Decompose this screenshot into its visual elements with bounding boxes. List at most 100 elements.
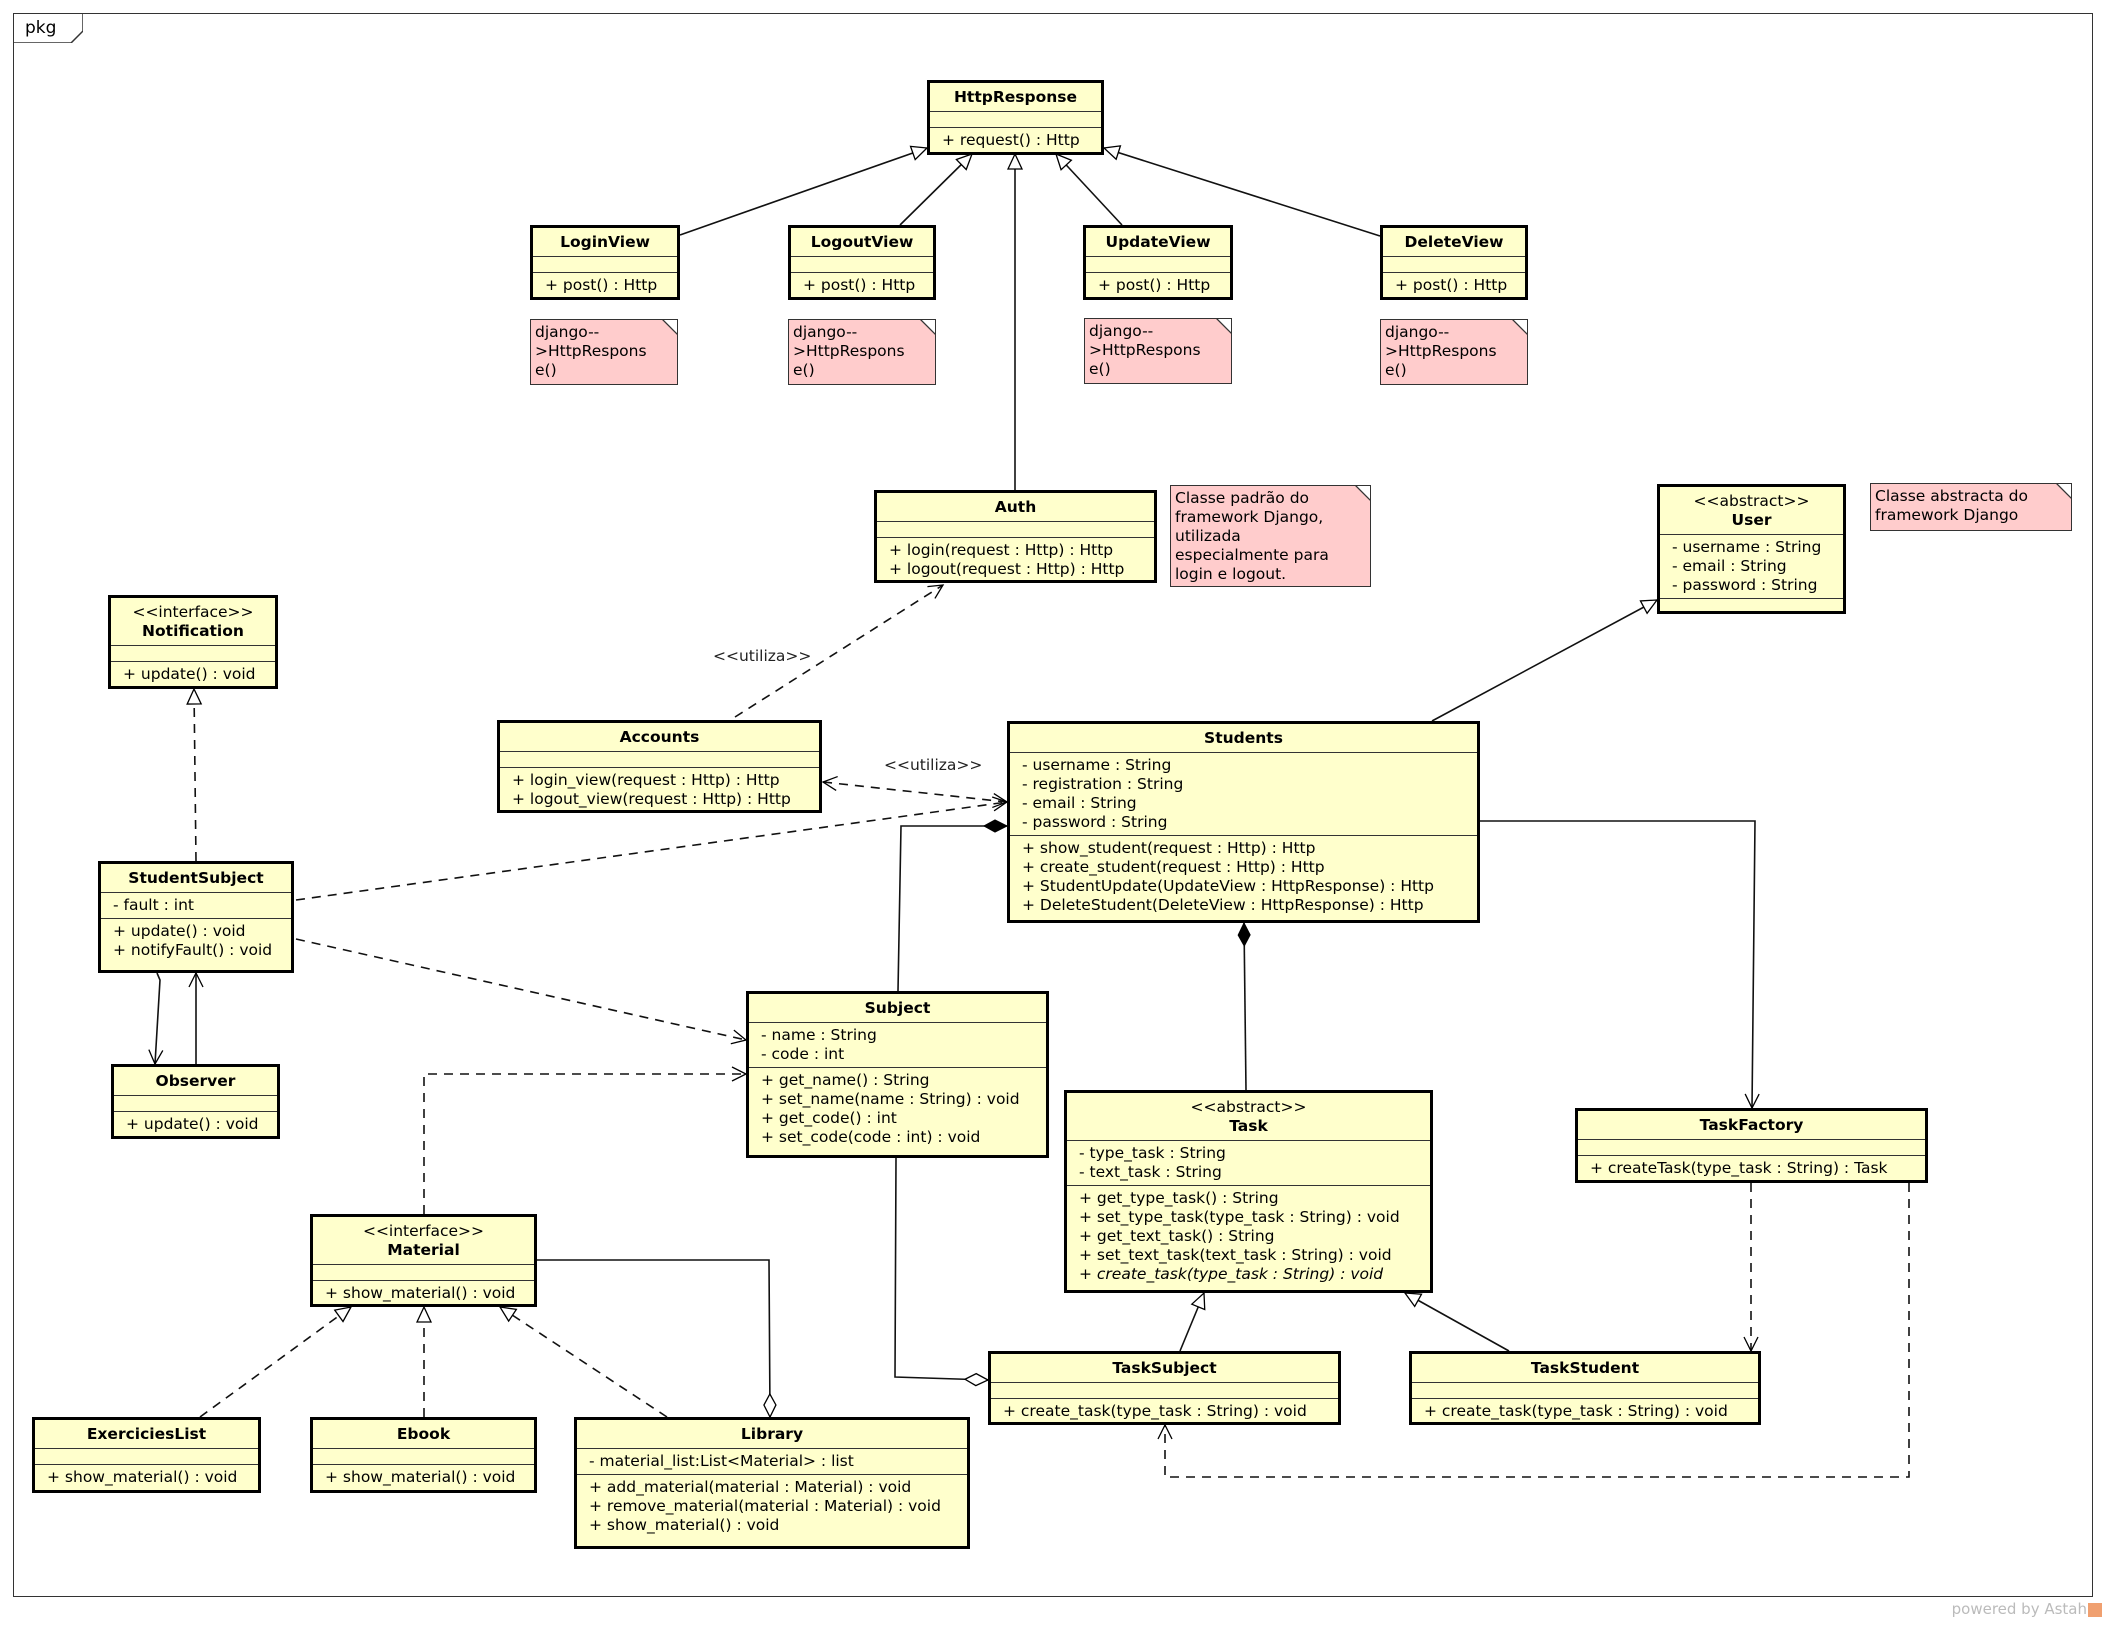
- class-auth[interactable]: Auth + login(request : Http) : Http + logo…: [874, 490, 1157, 583]
- note-auth[interactable]: Classe padrão do framework Django, utili…: [1170, 485, 1371, 587]
- class-operations: + update() : void + notifyFault() : void: [101, 919, 291, 963]
- class-name: Material: [387, 1241, 460, 1259]
- class-name: Students: [1204, 729, 1283, 747]
- class-attributes: [35, 1449, 258, 1465]
- class-operation: + show_material() : void: [589, 1516, 780, 1534]
- class-attributes: [1578, 1140, 1925, 1156]
- class-ebook[interactable]: Ebook + show_material() : void: [310, 1417, 537, 1493]
- class-operation: + create_task(type_task : String) : void: [1079, 1265, 1384, 1283]
- package-label: pkg: [25, 18, 57, 38]
- class-attributes: [1412, 1383, 1758, 1399]
- class-header: StudentSubject: [101, 864, 291, 893]
- class-attribute: - material_list:List<Material> : list: [589, 1452, 854, 1470]
- class-header: <<interface>> Material: [313, 1217, 534, 1265]
- class-attributes: [991, 1383, 1338, 1399]
- class-operation: + show_material() : void: [47, 1468, 238, 1486]
- note-text: Classe padrão do framework Django, utili…: [1175, 489, 1329, 583]
- class-deleteview[interactable]: DeleteView + post() : Http: [1380, 225, 1528, 300]
- class-header: UpdateView: [1086, 228, 1230, 257]
- class-header: Students: [1010, 724, 1477, 753]
- class-taskstudent[interactable]: TaskStudent + create_task(type_task : Str…: [1409, 1351, 1761, 1425]
- class-header: <<abstract>> Task: [1067, 1093, 1430, 1141]
- class-header: Subject: [749, 994, 1046, 1023]
- class-attributes: [1086, 257, 1230, 273]
- class-name: Accounts: [619, 728, 700, 746]
- class-exercicieslist[interactable]: ExerciciesList + show_material() : void: [32, 1417, 261, 1493]
- class-operations: + login(request : Http) : Http + logout(r…: [877, 538, 1154, 582]
- class-studentsubject[interactable]: StudentSubject - fault : int + update() : …: [98, 861, 294, 973]
- class-operations: + post() : Http: [533, 273, 677, 298]
- note-text: django-- >HttpRespons e(): [1089, 322, 1201, 378]
- class-operations: + show_student(request : Http) : Http + c…: [1010, 836, 1477, 918]
- note-fold-icon: [1355, 486, 1370, 501]
- class-operations: + post() : Http: [1086, 273, 1230, 298]
- class-operation: + post() : Http: [1098, 276, 1211, 294]
- class-name: User: [1731, 511, 1772, 529]
- class-attribute: - text_task : String: [1079, 1163, 1222, 1181]
- note-text: django-- >HttpRespons e(): [1385, 323, 1497, 379]
- class-stereotype: <<interface>>: [362, 1222, 485, 1240]
- note-deleteview[interactable]: django-- >HttpRespons e(): [1380, 319, 1528, 385]
- class-operation: + add_material(material : Material) : vo…: [589, 1478, 912, 1496]
- class-header: LoginView: [533, 228, 677, 257]
- class-header: TaskStudent: [1412, 1354, 1758, 1383]
- class-name: Observer: [155, 1072, 236, 1090]
- class-httpresponse[interactable]: HttpResponse + request() : Http: [927, 80, 1104, 155]
- class-logoutview[interactable]: LogoutView + post() : Http: [788, 225, 936, 300]
- class-operation: + remove_material(material : Material) :…: [589, 1497, 941, 1515]
- note-logoutview[interactable]: django-- >HttpRespons e(): [788, 319, 936, 385]
- class-operations: + request() : Http: [930, 128, 1101, 153]
- class-operation: + set_code(code : int) : void: [761, 1128, 981, 1146]
- class-operation: + get_code() : int: [761, 1109, 897, 1127]
- note-fold-icon: [1512, 320, 1527, 335]
- class-attribute: - fault : int: [113, 896, 194, 914]
- class-tasksubject[interactable]: TaskSubject + create_task(type_task : Str…: [988, 1351, 1341, 1425]
- note-text: django-- >HttpRespons e(): [793, 323, 905, 379]
- class-operations: + update() : void: [111, 662, 275, 687]
- class-attributes: [114, 1096, 277, 1112]
- class-attributes: - username : String - registration : Stri…: [1010, 753, 1477, 836]
- class-attributes: - material_list:List<Material> : list: [577, 1449, 967, 1475]
- class-operations: + post() : Http: [1383, 273, 1525, 298]
- class-name: TaskSubject: [1112, 1359, 1217, 1377]
- class-name: LogoutView: [810, 233, 914, 251]
- class-attributes: [533, 257, 677, 273]
- class-attribute: - code : int: [761, 1045, 845, 1063]
- class-subject[interactable]: Subject - name : String - code : int + get_…: [746, 991, 1049, 1158]
- note-user[interactable]: Classe abstracta do framework Django: [1870, 483, 2072, 531]
- class-operation: + request() : Http: [942, 131, 1080, 149]
- class-loginview[interactable]: LoginView + post() : Http: [530, 225, 680, 300]
- note-fold-icon: [662, 320, 677, 335]
- class-user[interactable]: <<abstract>> User - username : String - ema…: [1657, 484, 1846, 614]
- class-name: UpdateView: [1105, 233, 1211, 251]
- class-operation: + update() : void: [126, 1115, 259, 1133]
- class-library[interactable]: Library - material_list:List<Material> : …: [574, 1417, 970, 1549]
- edge-label-accounts-auth: <<utiliza>>: [713, 647, 812, 665]
- class-accounts[interactable]: Accounts + login_view(request : Http) : H…: [497, 720, 822, 813]
- note-updateview[interactable]: django-- >HttpRespons e(): [1084, 318, 1232, 384]
- class-name: TaskFactory: [1699, 1116, 1804, 1134]
- class-operation: + createTask(type_task : String) : Task: [1590, 1159, 1888, 1177]
- class-attribute: - username : String: [1022, 756, 1172, 774]
- class-notification[interactable]: <<interface>> Notification + update() : vo…: [108, 595, 278, 689]
- class-students[interactable]: Students - username : String - registratio…: [1007, 721, 1480, 923]
- class-operation: + show_material() : void: [325, 1468, 516, 1486]
- class-taskfactory[interactable]: TaskFactory + createTask(type_task : Stri…: [1575, 1108, 1928, 1183]
- class-attribute: - registration : String: [1022, 775, 1184, 793]
- note-loginview[interactable]: django-- >HttpRespons e(): [530, 319, 678, 385]
- note-fold-icon: [920, 320, 935, 335]
- class-attribute: - password : String: [1672, 576, 1818, 594]
- class-material[interactable]: <<interface>> Material + show_material() :…: [310, 1214, 537, 1307]
- class-operations: + post() : Http: [791, 273, 933, 298]
- class-operation: + StudentUpdate(UpdateView : HttpRespons…: [1022, 877, 1434, 895]
- class-stereotype: <<abstract>>: [1190, 1098, 1307, 1116]
- class-updateview[interactable]: UpdateView + post() : Http: [1083, 225, 1233, 300]
- class-operation: + DeleteStudent(DeleteView : HttpRespons…: [1022, 896, 1424, 914]
- class-operations: [1660, 599, 1843, 605]
- class-task[interactable]: <<abstract>> Task - type_task : String - te…: [1064, 1090, 1433, 1293]
- class-operation: + login(request : Http) : Http: [889, 541, 1114, 559]
- class-header: Accounts: [500, 723, 819, 752]
- class-operation: + update() : void: [113, 922, 246, 940]
- class-operation: + logout(request : Http) : Http: [889, 560, 1125, 578]
- class-observer[interactable]: Observer + update() : void: [111, 1064, 280, 1139]
